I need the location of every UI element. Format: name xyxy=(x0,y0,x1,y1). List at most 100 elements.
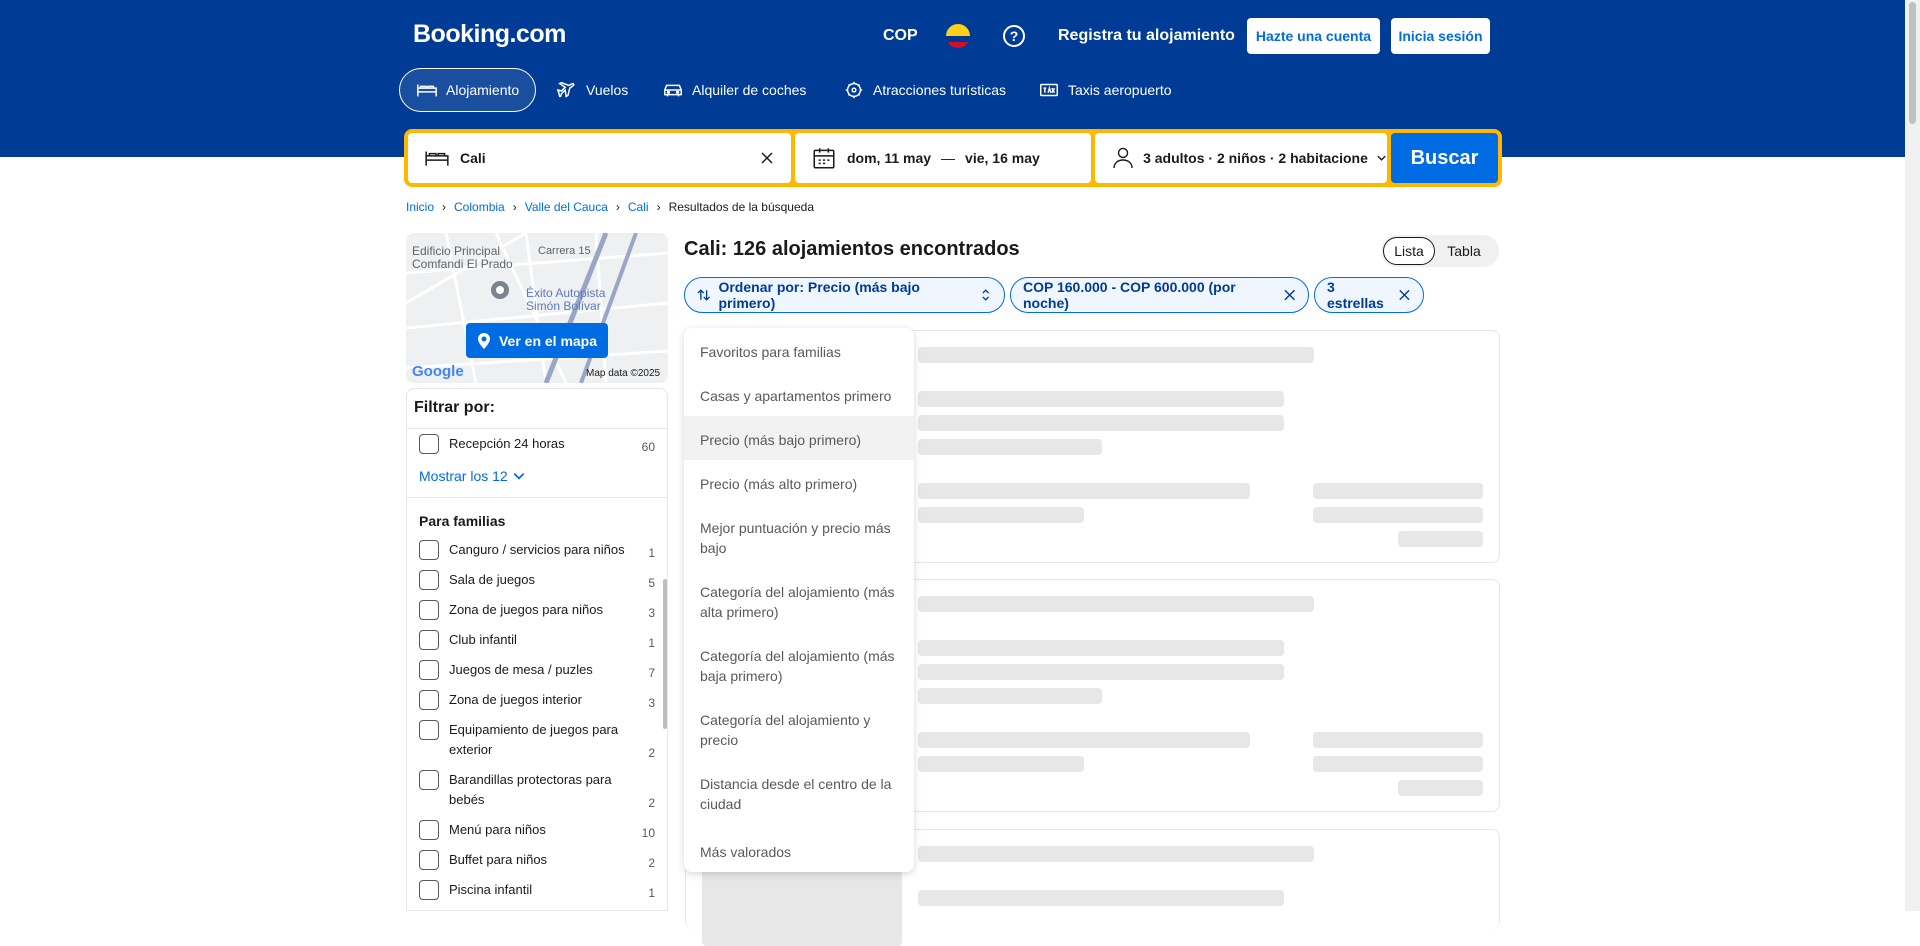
checkbox[interactable] xyxy=(419,880,439,900)
nav-tab-car-rental[interactable]: Alquiler de coches xyxy=(646,68,822,112)
breadcrumb-current: Resultados de la búsqueda xyxy=(668,200,815,214)
sort-dropdown[interactable]: Ordenar por: Precio (más bajo primero) xyxy=(684,277,1005,313)
checkbox[interactable] xyxy=(419,820,439,840)
filter-count: 1 xyxy=(648,886,655,900)
breadcrumb-country[interactable]: Colombia xyxy=(454,200,505,214)
person-icon xyxy=(1113,147,1133,169)
checkbox[interactable] xyxy=(419,720,439,740)
booking-logo[interactable]: Booking.com xyxy=(413,20,566,49)
checkbox[interactable] xyxy=(419,630,439,650)
divider xyxy=(407,497,667,498)
map-preview[interactable]: Edificio Principal Comfandi El Prado Car… xyxy=(406,233,668,383)
results-title: Cali: 126 alojamientos encontrados xyxy=(684,238,1020,260)
page-scrollbar[interactable] xyxy=(1905,0,1920,911)
sort-option[interactable]: Categoría del alojamiento (más baja prim… xyxy=(684,632,914,692)
sort-option[interactable]: Mejor puntuación y precio más bajo xyxy=(684,504,914,564)
sort-option[interactable]: Precio (más alto primero) xyxy=(684,460,914,500)
currency-selector[interactable]: COP xyxy=(883,18,918,54)
stars-filter-chip[interactable]: 3 estrellas xyxy=(1314,277,1424,313)
breadcrumb-city[interactable]: Cali xyxy=(628,200,649,214)
chevron-down-icon xyxy=(1377,155,1386,161)
dates-field[interactable]: dom, 11 may — vie, 16 may xyxy=(795,133,1091,183)
filter-option[interactable]: Juegos de mesa / puzles 7 xyxy=(419,660,655,680)
checkbox[interactable] xyxy=(419,600,439,620)
sort-option[interactable]: Más valorados xyxy=(684,828,914,868)
nav-label: Vuelos xyxy=(586,82,629,98)
close-icon[interactable] xyxy=(1283,288,1296,302)
skeleton-line xyxy=(918,846,1314,862)
checkbox[interactable] xyxy=(419,570,439,590)
filter-option[interactable]: Menú para niños 10 xyxy=(419,820,655,840)
nav-tab-stays[interactable]: Alojamiento xyxy=(399,68,537,112)
checkbox[interactable] xyxy=(419,660,439,680)
skeleton-line xyxy=(1313,756,1483,772)
checkin-date: dom, 11 may xyxy=(847,150,932,166)
filter-count: 2 xyxy=(648,796,655,810)
filter-label: Equipamiento de juegos para exterior xyxy=(449,722,619,757)
guests-value: 3 adultos · 2 niños · 2 habitacione xyxy=(1143,150,1368,166)
map-attribution: Map data ©2025 xyxy=(586,368,661,379)
filter-count: 2 xyxy=(648,856,655,870)
filter-label: Juegos de mesa / puzles xyxy=(449,662,593,677)
nav-tab-flights[interactable]: Vuelos xyxy=(540,68,644,112)
skeleton-line xyxy=(1398,531,1483,547)
filters-panel: Filtrar por: Recepción 24 horas 60 Mostr… xyxy=(406,388,668,911)
price-filter-chip[interactable]: COP 160.000 - COP 600.000 (por noche) xyxy=(1010,277,1309,313)
filter-option[interactable]: Buffet para niños 2 xyxy=(419,850,655,870)
sort-option[interactable]: Distancia desde el centro de la ciudad xyxy=(684,760,914,820)
sort-option[interactable]: Categoría del alojamiento (más alta prim… xyxy=(684,568,914,628)
chevron-right-icon: › xyxy=(656,200,661,214)
sort-option[interactable]: Casas y apartamentos primero xyxy=(684,372,914,412)
scrollbar-thumb[interactable] xyxy=(1909,2,1916,124)
map-label: Simón Bolívar xyxy=(526,299,601,313)
filter-option[interactable]: Equipamiento de juegos para exterior 2 xyxy=(419,720,655,760)
skeleton-line xyxy=(918,596,1314,612)
filter-option[interactable]: Zona de juegos para niños 3 xyxy=(419,600,655,620)
view-on-map-button[interactable]: Ver en el mapa xyxy=(466,323,608,358)
create-account-button[interactable]: Hazte una cuenta xyxy=(1247,18,1380,54)
skeleton-line xyxy=(1313,483,1483,499)
sort-option-selected[interactable]: Precio (más bajo primero) xyxy=(684,416,914,460)
guests-field[interactable]: 3 adultos · 2 niños · 2 habitacione xyxy=(1095,133,1387,183)
sign-in-button[interactable]: Inicia sesión xyxy=(1391,18,1490,54)
view-list-button[interactable]: Lista xyxy=(1383,237,1435,265)
colombia-flag-icon[interactable] xyxy=(946,24,970,48)
filter-option[interactable]: Canguro / servicios para niños 1 xyxy=(419,540,655,560)
nav-tab-attractions[interactable]: Atracciones turísticas xyxy=(827,68,1022,112)
checkbox[interactable] xyxy=(419,434,439,454)
checkbox[interactable] xyxy=(419,850,439,870)
filter-label: Zona de juegos interior xyxy=(449,692,582,707)
filter-option[interactable]: Sala de juegos 5 xyxy=(419,570,655,590)
checkbox[interactable] xyxy=(419,690,439,710)
sort-option[interactable]: Favoritos para familias xyxy=(684,328,914,368)
search-bar: Cali dom, 11 may — vie, 16 may 3 adultos… xyxy=(404,129,1502,187)
help-icon[interactable]: ? xyxy=(1003,25,1025,47)
checkbox[interactable] xyxy=(419,770,439,790)
filter-option[interactable]: Piscina infantil 1 xyxy=(419,880,655,900)
filter-count: 10 xyxy=(641,826,655,840)
filters-scrollbar[interactable] xyxy=(663,579,667,729)
filter-option[interactable]: Recepción 24 horas 60 xyxy=(419,434,655,454)
close-icon[interactable] xyxy=(1398,288,1411,302)
clear-icon[interactable] xyxy=(759,150,775,166)
filter-option[interactable]: Zona de juegos interior 3 xyxy=(419,690,655,710)
view-table-button[interactable]: Tabla xyxy=(1435,237,1493,265)
skeleton-line xyxy=(918,415,1284,431)
filter-option[interactable]: Barandillas protectoras para bebés 2 xyxy=(419,770,655,810)
sort-option[interactable]: Categoría del alojamiento y precio xyxy=(684,696,914,756)
filter-option[interactable]: Club infantil 1 xyxy=(419,630,655,650)
search-button[interactable]: Buscar xyxy=(1391,133,1498,183)
register-property-link[interactable]: Registra tu alojamiento xyxy=(1058,18,1235,54)
skeleton-line xyxy=(918,688,1102,704)
nav-tab-airport-taxis[interactable]: Taxis aeropuerto xyxy=(1022,68,1188,112)
breadcrumb-home[interactable]: Inicio xyxy=(406,200,434,214)
checkbox[interactable] xyxy=(419,540,439,560)
nav-label: Taxis aeropuerto xyxy=(1068,82,1172,98)
breadcrumb-region[interactable]: Valle del Cauca xyxy=(525,200,608,214)
skeleton-line xyxy=(918,756,1084,772)
divider xyxy=(407,428,667,429)
show-more-link[interactable]: Mostrar los 12 xyxy=(419,468,526,484)
filter-label: Menú para niños xyxy=(449,822,546,837)
destination-field[interactable]: Cali xyxy=(408,133,791,183)
map-label: Comfandi El Prado xyxy=(412,257,513,271)
